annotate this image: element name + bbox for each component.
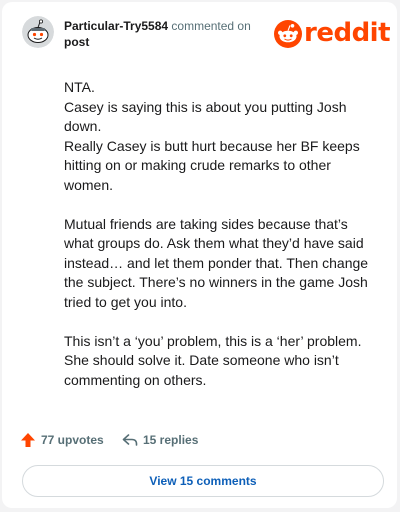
comment-body: NTA. Casey is saying this is about you pu…	[64, 78, 384, 409]
comment-actions: 77 upvotes 15 replies	[20, 430, 380, 450]
reddit-wordmark: reddit	[304, 18, 391, 48]
view-comments-button[interactable]: View 15 comments	[22, 465, 384, 497]
replies-button[interactable]: 15 replies	[122, 430, 198, 450]
reddit-snoo-icon	[274, 20, 302, 48]
comment-paragraph: Mutual friends are taking sides because …	[64, 215, 384, 313]
comment-header: Particular-Try5584 commented on post red…	[22, 16, 391, 56]
upvote-count: 77 upvotes	[41, 433, 104, 447]
comment-line: the subject. There’s no winners in the g…	[64, 274, 368, 291]
comment-line: Mutual friends are taking sides because …	[64, 215, 348, 232]
comment-line: NTA.	[64, 79, 95, 95]
reddit-logo[interactable]: reddit	[274, 18, 391, 48]
comment-line: She should solve it. Date someone who is…	[64, 352, 339, 369]
comment-card: Particular-Try5584 commented on post red…	[2, 2, 397, 508]
comment-line: tried to get you into.	[64, 293, 187, 310]
comment-line: This isn’t a ‘you’ problem, this is a ‘h…	[64, 332, 362, 349]
upvote-button[interactable]: 77 upvotes	[20, 430, 104, 450]
comment-line: hitting on or making crude remarks to ot…	[64, 157, 331, 174]
comment-line: Casey is saying this is about you puttin…	[64, 98, 347, 115]
comment-paragraph: NTA. Casey is saying this is about you pu…	[64, 78, 384, 196]
reply-arrow-icon	[122, 434, 138, 446]
post-link[interactable]: post	[64, 34, 274, 50]
comment-line: Really Casey is butt hurt because her BF…	[64, 137, 360, 154]
byline: Particular-Try5584 commented on post	[64, 18, 274, 50]
comment-line: down.	[64, 118, 102, 135]
upvote-arrow-icon	[21, 433, 35, 447]
comment-line: instead… and let them ponder that. Then …	[64, 254, 369, 271]
comment-line: what groups do. Ask them what they’d hav…	[64, 235, 364, 252]
comment-paragraph: This isn’t a ‘you’ problem, this is a ‘h…	[64, 332, 384, 391]
user-avatar[interactable]	[22, 16, 54, 48]
reply-count: 15 replies	[143, 433, 199, 447]
comment-line: commenting on others.	[64, 371, 207, 388]
comment-line: women.	[64, 176, 114, 193]
username-link[interactable]: Particular-Try5584	[64, 19, 168, 33]
snoo-avatar-icon	[22, 16, 54, 48]
commented-on-text: commented on	[171, 19, 251, 33]
